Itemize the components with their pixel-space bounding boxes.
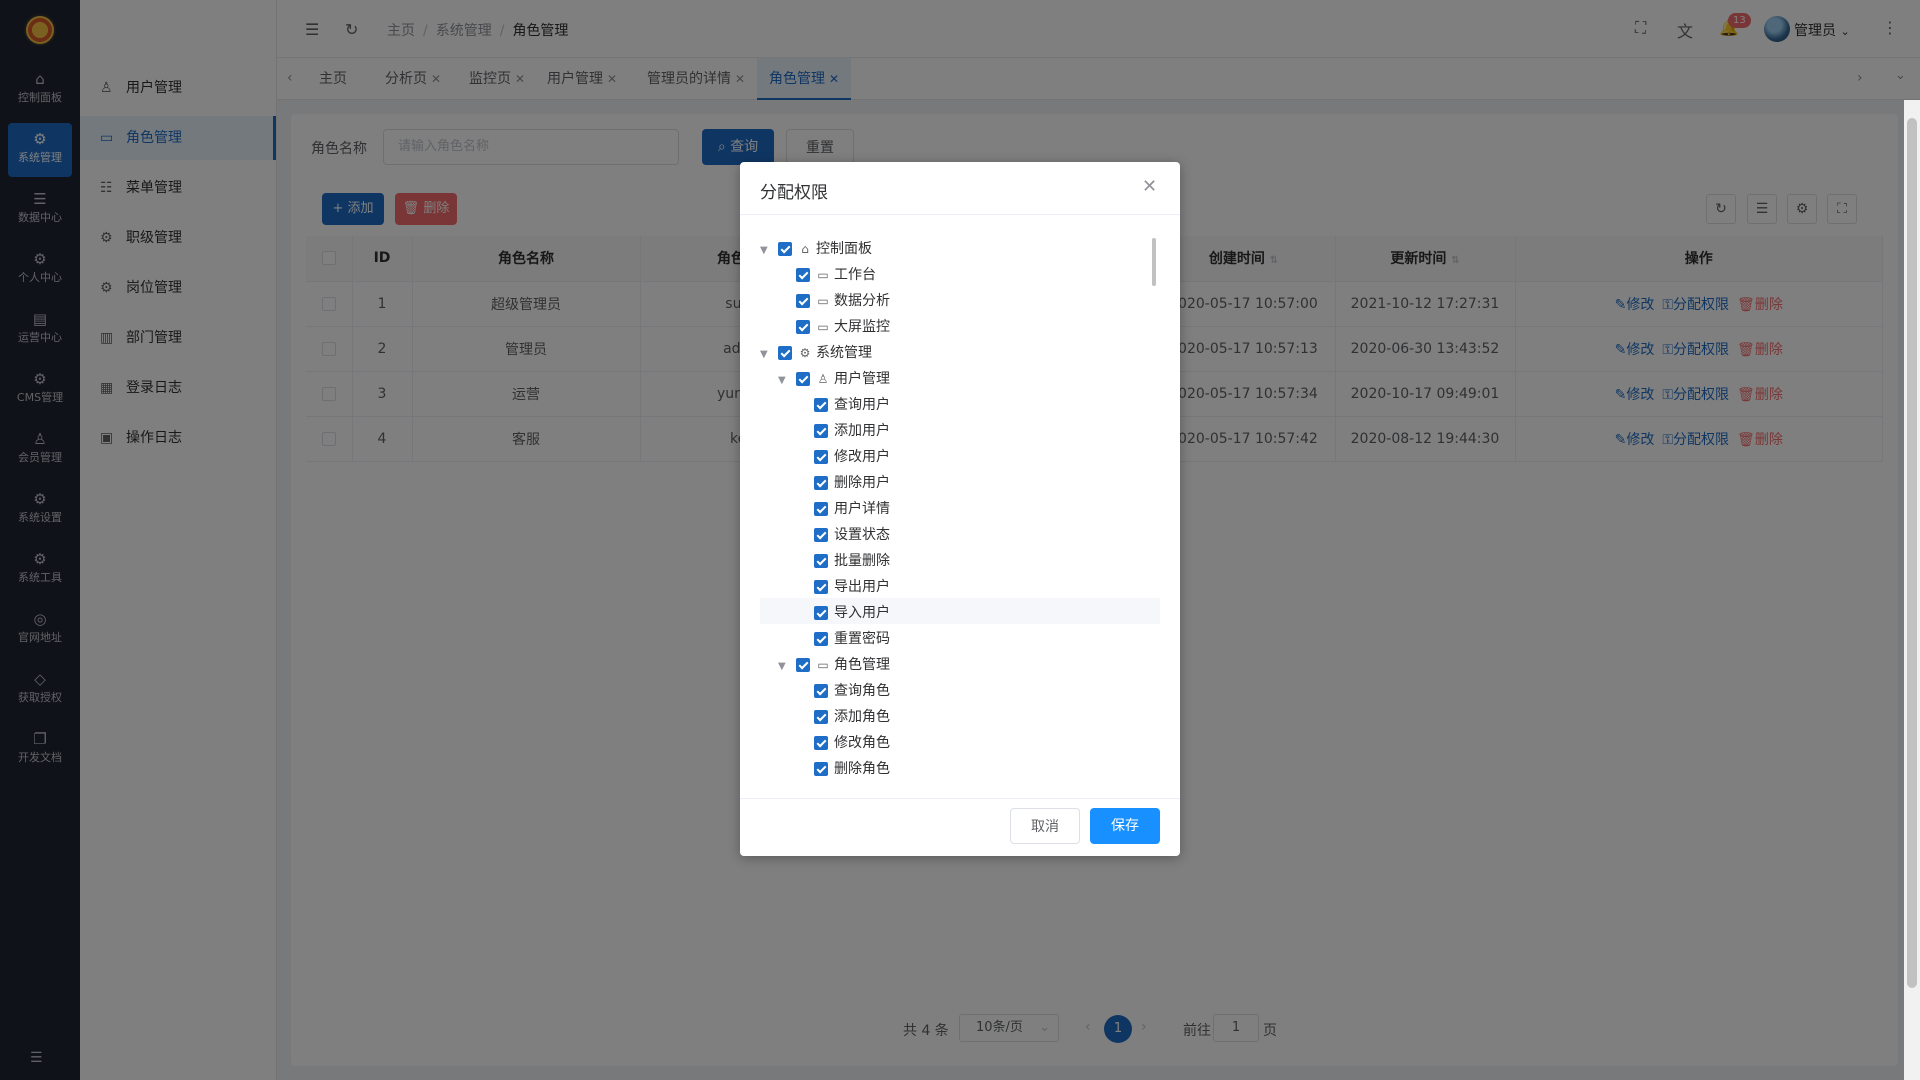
tree-node[interactable]: 添加角色: [796, 704, 890, 730]
caret-down-icon[interactable]: ▼: [778, 368, 790, 394]
tree-node-label: 添加角色: [834, 709, 890, 725]
tree-node[interactable]: ▼ ⚙ 系统管理: [760, 340, 872, 366]
tree-node-label: 角色管理: [834, 657, 890, 673]
tree-node-label: 系统管理: [816, 345, 872, 361]
tree-node-label: 控制面板: [816, 241, 872, 257]
tree-node-checkbox[interactable]: [814, 632, 828, 646]
tree-node-label: 用户管理: [834, 371, 890, 387]
page-scrollbar[interactable]: [1904, 100, 1920, 1080]
tree-node[interactable]: 重置密码: [796, 626, 890, 652]
tree-node-label: 删除用户: [834, 475, 890, 491]
tree-node[interactable]: 设置状态: [796, 522, 890, 548]
tree-node-label: 查询角色: [834, 683, 890, 699]
tree-node-label: 删除角色: [834, 761, 890, 777]
tree-node-checkbox[interactable]: [814, 502, 828, 516]
cancel-button[interactable]: 取消: [1010, 808, 1080, 844]
tree-node[interactable]: 添加用户: [796, 418, 890, 444]
tree-node-label: 批量删除: [834, 553, 890, 569]
tree-node[interactable]: ▭ 工作台: [778, 262, 876, 288]
tree-node[interactable]: 修改用户: [796, 444, 890, 470]
tree-node-checkbox[interactable]: [814, 554, 828, 568]
tree-node-label: 导出用户: [834, 579, 890, 595]
tree-node-checkbox[interactable]: [796, 320, 810, 334]
tree-node-checkbox[interactable]: [814, 762, 828, 776]
tree-node-label: 工作台: [834, 267, 876, 283]
tree-node-label: 修改角色: [834, 735, 890, 751]
save-button[interactable]: 保存: [1090, 808, 1160, 844]
tree-node[interactable]: ▭ 大屏监控: [778, 314, 890, 340]
tree-node-checkbox[interactable]: [814, 684, 828, 698]
tree-node-label: 修改用户: [834, 449, 890, 465]
tree-node-icon: ▭: [817, 294, 829, 308]
tree-node[interactable]: 导出用户: [796, 574, 890, 600]
tree-node[interactable]: ▼ ⌂ 控制面板: [760, 236, 872, 262]
tree-node[interactable]: 删除角色: [796, 756, 890, 782]
dialog-scrollbar[interactable]: [1152, 238, 1156, 286]
tree-node-icon: ♙: [817, 372, 829, 386]
tree-node[interactable]: 修改角色: [796, 730, 890, 756]
tree-node-icon: ▭: [817, 268, 829, 282]
tree-node-checkbox[interactable]: [796, 268, 810, 282]
tree-node-checkbox[interactable]: [796, 294, 810, 308]
caret-down-icon[interactable]: ▼: [760, 238, 772, 264]
tree-node-icon: ⚙: [799, 346, 811, 360]
tree-node-checkbox[interactable]: [796, 372, 810, 386]
tree-node-checkbox[interactable]: [814, 528, 828, 542]
tree-node-icon: ▭: [817, 658, 829, 672]
tree-node-checkbox[interactable]: [814, 398, 828, 412]
tree-node-label: 用户详情: [834, 501, 890, 517]
tree-node[interactable]: ▭ 数据分析: [778, 288, 890, 314]
tree-node-checkbox[interactable]: [814, 450, 828, 464]
tree-node-checkbox[interactable]: [778, 346, 792, 360]
tree-node[interactable]: 删除用户: [796, 470, 890, 496]
tree-node[interactable]: 查询角色: [796, 678, 890, 704]
tree-node-label: 导入用户: [834, 605, 890, 621]
tree-node-checkbox[interactable]: [814, 606, 828, 620]
tree-node-icon: ▭: [817, 320, 829, 334]
tree-node-label: 添加用户: [834, 423, 890, 439]
tree-node-label: 查询用户: [834, 397, 890, 413]
tree-node-label: 大屏监控: [834, 319, 890, 335]
tree-node-checkbox[interactable]: [814, 710, 828, 724]
tree-node[interactable]: ▼ ▭ 角色管理: [778, 652, 890, 678]
tree-node[interactable]: ▼ ♙ 用户管理: [778, 366, 890, 392]
tree-node-checkbox[interactable]: [814, 476, 828, 490]
dialog-title: 分配权限: [760, 183, 828, 203]
tree-node-checkbox[interactable]: [814, 424, 828, 438]
permission-tree: ▼ ⌂ 控制面板 ▭ 工作台 ▭ 数据分析 ▭ 大屏监控 ▼ ⚙ 系统管理 ▼ ♙ 用户管理查询用户添加用户…: [760, 236, 1160, 786]
tree-node-icon: ⌂: [801, 242, 809, 256]
tree-node[interactable]: 批量删除: [796, 548, 890, 574]
tree-node[interactable]: 用户详情: [796, 496, 890, 522]
tree-node[interactable]: 导入用户: [796, 600, 890, 626]
tree-node[interactable]: 查询用户: [796, 392, 890, 418]
caret-down-icon[interactable]: ▼: [760, 342, 772, 368]
tree-node-label: 数据分析: [834, 293, 890, 309]
tree-node-label: 重置密码: [834, 631, 890, 647]
tree-node-checkbox[interactable]: [814, 736, 828, 750]
tree-node-checkbox[interactable]: [778, 242, 792, 256]
close-icon[interactable]: ✕: [1142, 176, 1157, 197]
tree-node-label: 设置状态: [834, 527, 890, 543]
assign-permission-dialog: 分配权限 ✕ ▼ ⌂ 控制面板 ▭ 工作台 ▭ 数据分析 ▭ 大屏监控 ▼ ⚙ 系统管理 ▼ ♙ 用户管理查…: [740, 162, 1180, 856]
tree-node-checkbox[interactable]: [814, 580, 828, 594]
caret-down-icon[interactable]: ▼: [778, 654, 790, 680]
tree-node-checkbox[interactable]: [796, 658, 810, 672]
